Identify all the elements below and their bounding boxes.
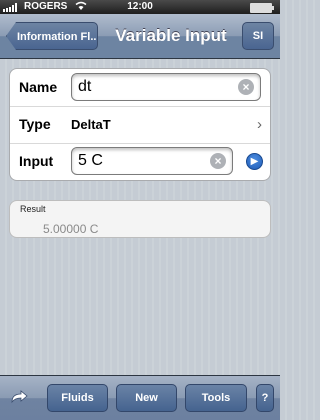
bottom-toolbar: Fluids New Tools ?	[0, 375, 280, 420]
name-field[interactable]: ×	[71, 73, 261, 101]
status-bar: ROGERS 12:00	[0, 0, 280, 14]
result-label: Result	[20, 204, 46, 214]
fluids-button[interactable]: Fluids	[47, 384, 108, 412]
input-field[interactable]: ×	[71, 147, 233, 175]
result-value: 5.00000 C	[43, 222, 99, 236]
go-arrow-icon[interactable]: ▶	[246, 153, 263, 170]
chevron-right-icon: ›	[257, 116, 262, 133]
type-label: Type	[19, 116, 51, 132]
navigation-bar: Information Fl... Variable Input SI	[0, 14, 280, 59]
name-input[interactable]	[78, 74, 232, 100]
value-input[interactable]	[78, 148, 204, 174]
page-title: Variable Input	[115, 26, 227, 45]
name-label: Name	[19, 79, 58, 95]
type-value: DeltaT	[71, 117, 111, 132]
help-button[interactable]: ?	[256, 384, 274, 412]
back-button[interactable]: Information Fl...	[6, 22, 98, 50]
tools-button[interactable]: Tools	[185, 384, 247, 412]
name-row: Name ×	[10, 69, 270, 107]
input-label: Input	[19, 153, 54, 169]
share-icon[interactable]	[10, 389, 30, 407]
variable-form: Name × Type DeltaT › Input × ▶	[9, 68, 271, 181]
type-row[interactable]: Type DeltaT ›	[10, 106, 270, 144]
unit-system-button[interactable]: SI	[242, 22, 274, 50]
result-panel: Result 5.00000 C	[9, 200, 271, 238]
input-row: Input × ▶	[10, 143, 270, 180]
new-button[interactable]: New	[116, 384, 177, 412]
clear-icon[interactable]: ×	[210, 153, 226, 169]
clear-icon[interactable]: ×	[238, 79, 254, 95]
battery-icon	[250, 3, 274, 13]
status-time: 12:00	[127, 1, 153, 12]
